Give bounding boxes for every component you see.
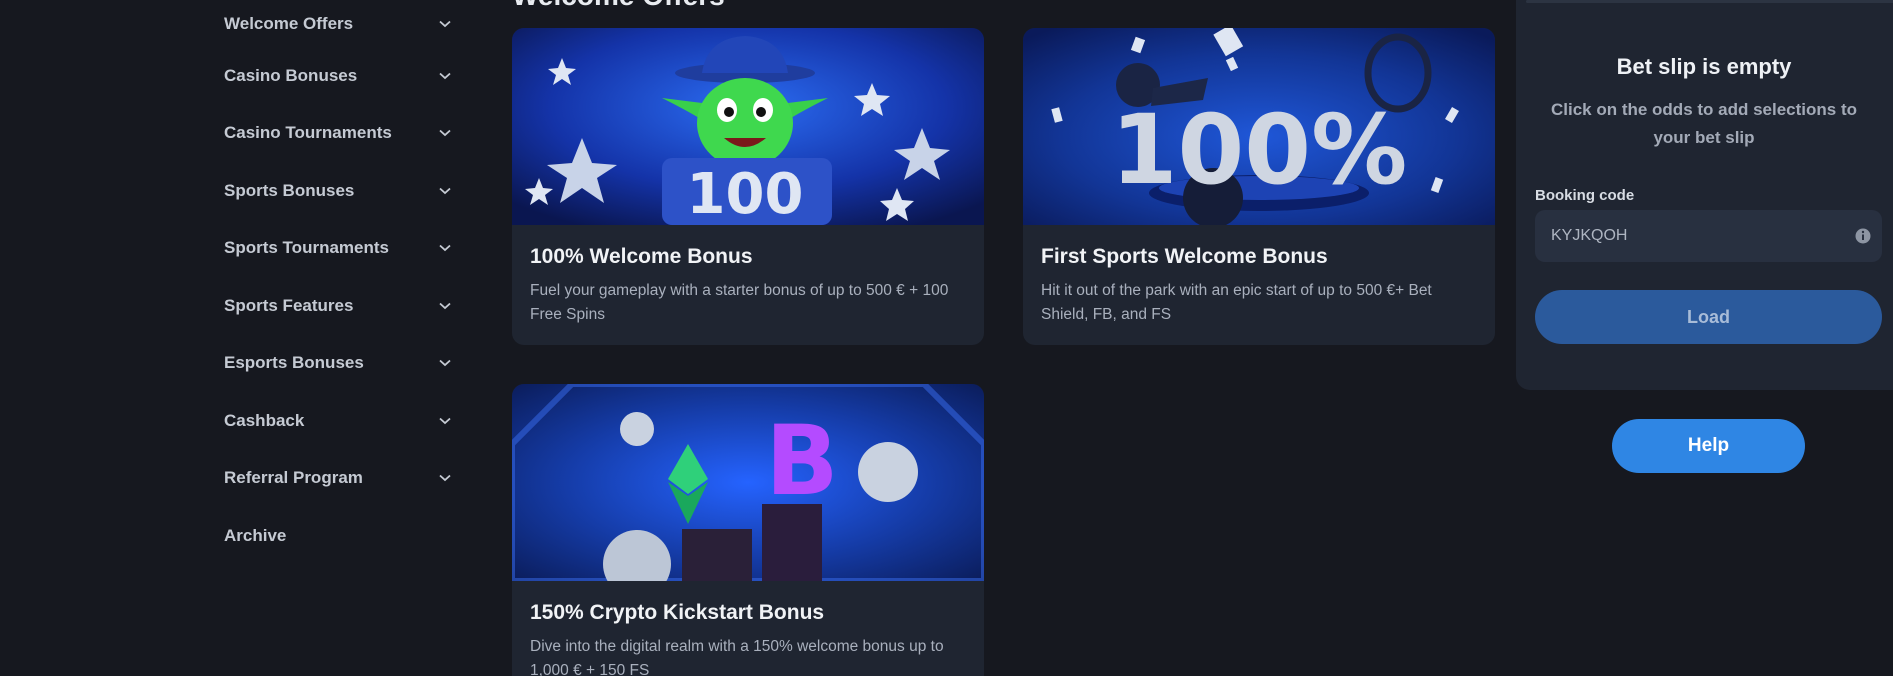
promo-card-crypto-bonus[interactable]: B 150% Crypto Kickstart Bonus Dive into … <box>512 384 984 676</box>
sidebar-item-casino-bonuses[interactable]: Casino Bonuses <box>210 47 465 105</box>
card-title: 100% Welcome Bonus <box>530 245 753 268</box>
chevron-down-icon <box>437 470 453 486</box>
sidebar-item-label: Esports Bonuses <box>224 353 364 373</box>
card-description: Fuel your gameplay with a starter bonus … <box>530 282 949 323</box>
chevron-down-icon <box>437 68 453 84</box>
sports-balls-icon: 100% <box>1023 28 1495 225</box>
info-icon[interactable] <box>1854 227 1872 245</box>
sidebar-item-label: Cashback <box>224 410 305 430</box>
svg-text:100: 100 <box>687 162 804 225</box>
chevron-down-icon <box>437 16 453 32</box>
crypto-coins-icon: B <box>512 384 984 581</box>
card-description: Dive into the digital realm with a 150% … <box>530 638 944 676</box>
bet-slip-empty-title: Bet slip is empty <box>1616 54 1792 79</box>
sidebar-item-label: Welcome Offers <box>224 13 354 33</box>
booking-code-label: Booking code <box>1535 187 1635 204</box>
sidebar-item-sports-features[interactable]: Sports Features <box>210 277 465 335</box>
card-title: 150% Crypto Kickstart Bonus <box>530 601 825 624</box>
help-button[interactable]: Help <box>1612 419 1805 473</box>
sidebar-item-sports-tournaments[interactable]: Sports Tournaments <box>210 220 465 278</box>
svg-text:B: B <box>765 405 838 517</box>
load-button[interactable]: Load <box>1535 290 1882 344</box>
sidebar-item-sports-bonuses[interactable]: Sports Bonuses <box>210 162 465 220</box>
sidebar-item-label: Referral Program <box>224 468 363 488</box>
chevron-down-icon <box>437 183 453 199</box>
sidebar-item-referral-program[interactable]: Referral Program <box>210 450 465 508</box>
sidebar-item-casino-tournaments[interactable]: Casino Tournaments <box>210 105 465 163</box>
promo-banner: B <box>512 384 984 581</box>
bet-slip-divider <box>1526 0 1893 3</box>
sidebar-item-esports-bonuses[interactable]: Esports Bonuses <box>210 335 465 393</box>
promo-card-sports-welcome-bonus[interactable]: 100% First Sports Welcome Bonus Hit it o… <box>1023 28 1495 345</box>
sidebar-item-cashback[interactable]: Cashback <box>210 392 465 450</box>
sidebar-nav: Welcome Offers Casino Bonuses Casino Tou… <box>210 0 465 565</box>
chevron-down-icon <box>437 413 453 429</box>
section-title: Welcome Offers <box>512 0 725 12</box>
sidebar-item-archive[interactable]: Archive <box>210 507 465 565</box>
promo-card-welcome-bonus[interactable]: 100 100% Welcome Bonus Fuel your gamepla… <box>512 28 984 345</box>
sidebar-item-label: Sports Features <box>224 295 354 315</box>
promo-banner: 100 <box>512 28 984 225</box>
sidebar-item-welcome-offers[interactable]: Welcome Offers <box>210 0 465 47</box>
bet-slip-panel: Bet slip is empty Click on the odds to a… <box>1516 0 1893 390</box>
chevron-down-icon <box>437 240 453 256</box>
sidebar-item-label: Archive <box>224 525 287 545</box>
card-title: First Sports Welcome Bonus <box>1041 245 1328 268</box>
promo-banner: 100% <box>1023 28 1495 225</box>
sidebar-item-label: Sports Tournaments <box>224 238 389 258</box>
sidebar-item-label: Casino Tournaments <box>224 123 392 143</box>
bet-slip-empty-text: Click on the odds to add selections to y… <box>1550 100 1858 147</box>
sidebar-item-label: Casino Bonuses <box>224 65 358 85</box>
sidebar-item-label: Sports Bonuses <box>224 180 355 200</box>
svg-text:100%: 100% <box>1111 94 1408 206</box>
chevron-down-icon <box>437 125 453 141</box>
booking-code-input[interactable] <box>1535 210 1882 262</box>
card-description: Hit it out of the park with an epic star… <box>1041 282 1432 323</box>
goblin-mascot-icon: 100 <box>512 28 984 225</box>
chevron-down-icon <box>437 298 453 314</box>
chevron-down-icon <box>437 355 453 371</box>
